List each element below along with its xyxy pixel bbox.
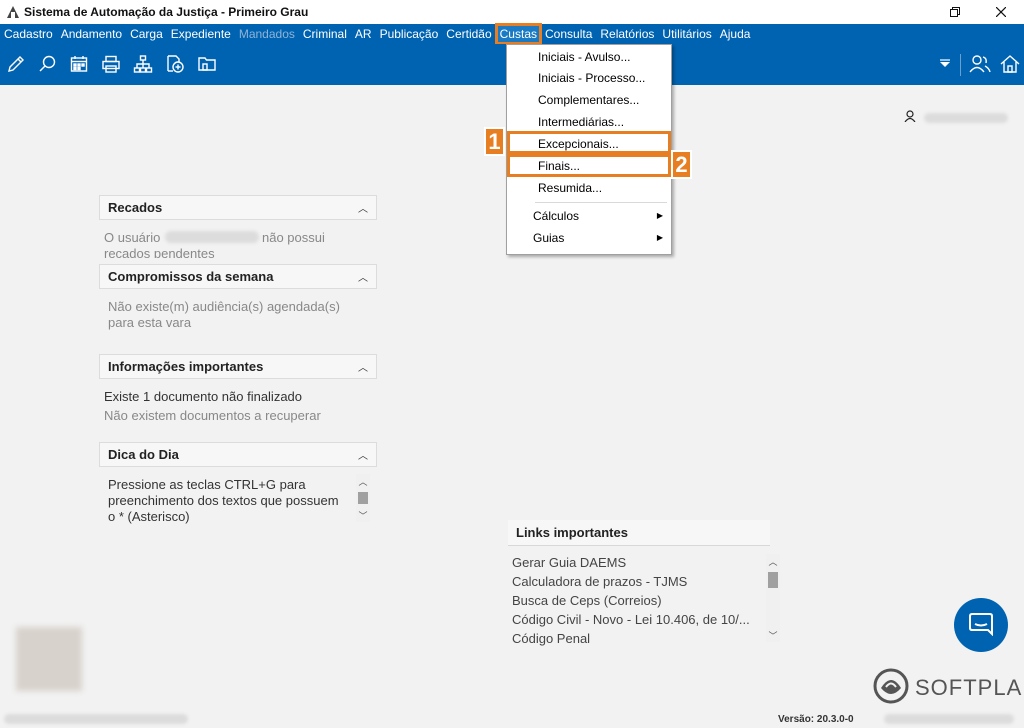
recados-text: O usuário bbox=[104, 230, 161, 245]
close-button[interactable] bbox=[978, 0, 1024, 24]
collapse-caret-icon[interactable]: ︿ bbox=[358, 200, 368, 215]
menu-expediente[interactable]: Expediente bbox=[167, 24, 235, 44]
scroll-up-icon[interactable]: ︿ bbox=[356, 474, 370, 488]
menu-carga[interactable]: Carga bbox=[126, 24, 167, 44]
recados-text-line2: recados pendentes bbox=[104, 246, 215, 258]
version-label: Versão: 20.3.0-0 bbox=[778, 714, 854, 725]
menu-cadastro[interactable]: Cadastro bbox=[0, 24, 57, 44]
menu-andamento[interactable]: Andamento bbox=[57, 24, 126, 44]
dropdown-arrow-icon[interactable] bbox=[933, 52, 957, 76]
chat-button[interactable] bbox=[954, 598, 1008, 652]
softplan-wordmark: SOFTPLAN bbox=[915, 674, 1024, 700]
dica-scrollbar[interactable]: ︿ ﹀ bbox=[356, 474, 370, 522]
panel-title: Links importantes bbox=[516, 525, 628, 540]
add-document-icon[interactable] bbox=[163, 52, 187, 76]
menu-separator bbox=[535, 202, 667, 203]
title-bar: Sistema de Automação da Justiça - Primei… bbox=[0, 0, 1024, 24]
hierarchy-icon[interactable] bbox=[131, 52, 155, 76]
menu-custas[interactable]: Custas bbox=[494, 23, 543, 45]
toolbar-separator bbox=[960, 54, 961, 76]
menu-certidao[interactable]: Certidão bbox=[442, 24, 495, 44]
collapse-caret-icon[interactable]: ︿ bbox=[358, 359, 368, 374]
compromissos-line1: Não existe(m) audiência(s) agendada(s) bbox=[108, 299, 340, 314]
scroll-down-icon[interactable]: ﹀ bbox=[356, 508, 370, 522]
menu-relatorios[interactable]: Relatórios bbox=[596, 24, 658, 44]
step-badge-2: 2 bbox=[671, 150, 692, 179]
menu-item-intermediarias[interactable]: Intermediárias... bbox=[538, 115, 624, 129]
recados-text-after: não possui bbox=[262, 230, 325, 245]
avatar bbox=[16, 627, 82, 691]
home-icon[interactable] bbox=[998, 52, 1022, 76]
links-scrollbar[interactable]: ︿ ﹀ bbox=[766, 554, 780, 642]
menu-ar[interactable]: AR bbox=[351, 24, 376, 44]
collapse-caret-icon[interactable]: ︿ bbox=[358, 447, 368, 462]
informacoes-panel-header[interactable]: Informações importantes ︿ bbox=[99, 354, 377, 379]
link-item[interactable]: Calculadora de prazos - TJMS bbox=[512, 574, 687, 589]
menu-item-iniciais-avulso[interactable]: Iniciais - Avulso... bbox=[538, 50, 630, 64]
step-badge-1: 1 bbox=[484, 127, 505, 156]
menu-item-complementares[interactable]: Complementares... bbox=[538, 93, 639, 107]
menu-item-calculos[interactable]: Cálculos bbox=[533, 209, 579, 223]
menu-consulta[interactable]: Consulta bbox=[541, 24, 596, 44]
recados-text-clip: recados pendentes bbox=[104, 246, 215, 258]
status-redacted-right bbox=[884, 714, 1014, 724]
dica-line1: Pressione as teclas CTRL+G para bbox=[108, 477, 306, 492]
menu-item-resumida[interactable]: Resumida... bbox=[538, 181, 602, 195]
menu-criminal[interactable]: Criminal bbox=[299, 24, 351, 44]
user-icon bbox=[904, 110, 916, 125]
softplan-logo: SOFTPLAN bbox=[873, 668, 1024, 707]
restore-button[interactable] bbox=[932, 0, 978, 24]
links-panel-header: Links importantes bbox=[508, 520, 770, 546]
chat-icon bbox=[968, 612, 994, 639]
highlight-excepcionais bbox=[507, 131, 671, 154]
user-name-redacted bbox=[924, 112, 1008, 123]
menu-bar: Cadastro Andamento Carga Expediente Mand… bbox=[0, 23, 1024, 45]
link-item[interactable]: Gerar Guia DAEMS bbox=[512, 555, 626, 570]
users-icon[interactable] bbox=[968, 52, 992, 76]
link-item[interactable]: Código Penal bbox=[512, 631, 590, 646]
scroll-thumb[interactable] bbox=[768, 572, 778, 588]
window-title: Sistema de Automação da Justiça - Primei… bbox=[24, 5, 309, 19]
collapse-caret-icon[interactable]: ︿ bbox=[358, 269, 368, 284]
softplan-logo-icon bbox=[873, 668, 909, 707]
printer-icon[interactable] bbox=[99, 52, 123, 76]
menu-mandados: Mandados bbox=[238, 27, 295, 41]
menu-ajuda[interactable]: Ajuda bbox=[716, 24, 755, 44]
menu-publicacao[interactable]: Publicação bbox=[376, 24, 443, 44]
panel-title: Compromissos da semana bbox=[108, 269, 274, 284]
scroll-thumb[interactable] bbox=[358, 492, 368, 504]
redacted-username bbox=[165, 231, 259, 243]
menu-utilitarios[interactable]: Utilitários bbox=[658, 24, 715, 44]
dica-line3: o * (Asterisco) bbox=[108, 509, 190, 524]
submenu-arrow-icon: ▶ bbox=[656, 211, 663, 220]
panel-title: Recados bbox=[108, 200, 163, 215]
dica-panel-header[interactable]: Dica do Dia ︿ bbox=[99, 442, 377, 467]
scroll-down-icon[interactable]: ﹀ bbox=[766, 628, 780, 642]
user-info bbox=[904, 110, 1008, 125]
status-redacted-left bbox=[4, 714, 188, 724]
link-item[interactable]: Código Civil - Novo - Lei 10.406, de 10/… bbox=[512, 612, 750, 627]
link-item[interactable]: Busca de Ceps (Correios) bbox=[512, 593, 662, 608]
app-logo-icon bbox=[6, 5, 20, 19]
compromissos-panel-header[interactable]: Compromissos da semana ︿ bbox=[99, 264, 377, 289]
panel-title: Dica do Dia bbox=[108, 447, 179, 462]
search-document-icon[interactable] bbox=[36, 52, 60, 76]
folder-icon[interactable] bbox=[195, 52, 219, 76]
compromissos-line2: para esta vara bbox=[108, 315, 192, 330]
menu-item-guias[interactable]: Guias bbox=[533, 231, 564, 245]
recados-panel-header[interactable]: Recados ︿ bbox=[99, 195, 377, 220]
calendar-icon[interactable] bbox=[67, 52, 91, 76]
highlight-finais bbox=[507, 154, 671, 177]
menu-item-iniciais-processo[interactable]: Iniciais - Processo... bbox=[538, 71, 645, 85]
informacoes-line2: Não existem documentos a recuperar bbox=[104, 408, 321, 423]
edit-icon[interactable] bbox=[4, 52, 28, 76]
submenu-arrow-icon: ▶ bbox=[656, 233, 663, 242]
panel-title: Informações importantes bbox=[108, 359, 264, 374]
window-controls bbox=[932, 0, 1024, 24]
dica-line2: preenchimento dos textos que possuem bbox=[108, 493, 339, 508]
informacoes-line1[interactable]: Existe 1 documento não finalizado bbox=[104, 389, 302, 405]
scroll-up-icon[interactable]: ︿ bbox=[766, 554, 780, 568]
